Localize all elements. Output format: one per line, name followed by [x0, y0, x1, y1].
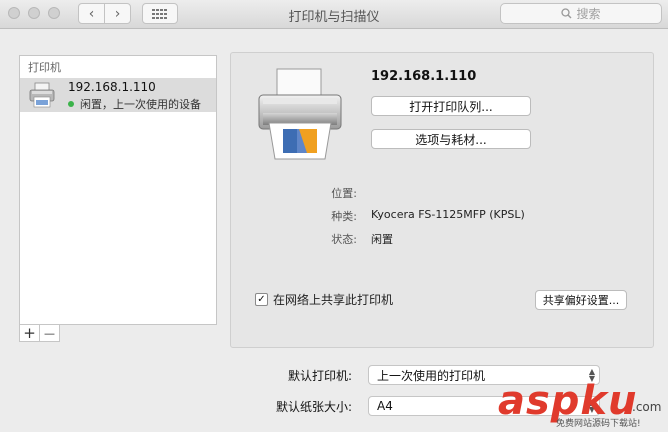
back-button[interactable]: ‹	[78, 3, 105, 24]
printer-icon	[29, 82, 55, 108]
chevron-left-icon: ‹	[88, 5, 95, 22]
watermark: aspku .com 免费网站源码下载站!	[498, 378, 666, 432]
chevron-right-icon: ›	[114, 5, 121, 22]
show-all-button[interactable]	[142, 3, 178, 24]
kind-label: 种类:	[331, 210, 357, 223]
minimize-window-button[interactable]	[28, 7, 40, 19]
remove-printer-button[interactable]: —	[39, 324, 60, 342]
forward-button[interactable]: ›	[104, 3, 131, 24]
printer-list-item-name: 192.168.1.110	[68, 80, 156, 94]
status-value: 闲置	[371, 233, 393, 246]
status-dot-icon	[68, 101, 74, 107]
grid-icon	[152, 8, 167, 19]
search-input[interactable]: 搜索	[500, 3, 662, 24]
open-print-queue-button[interactable]: 打开打印队列...	[371, 96, 531, 116]
share-printer-label: 在网络上共享此打印机	[273, 293, 394, 307]
printer-list[interactable]: 打印机 192.168.1.110 闲置，上一次使用的设备 + —	[19, 55, 217, 342]
title-bar: ‹ › 打印机与扫描仪 搜索	[0, 0, 668, 29]
printer-list-header: 打印机	[28, 61, 61, 74]
watermark-com: .com	[632, 400, 662, 414]
share-printer-checkbox[interactable]: ✓	[255, 293, 268, 306]
sharing-preferences-button[interactable]: 共享偏好设置...	[535, 290, 627, 310]
location-label: 位置:	[331, 187, 357, 200]
watermark-subtitle: 免费网站源码下载站!	[556, 419, 641, 429]
printer-list-item-status: 闲置，上一次使用的设备	[68, 96, 201, 112]
default-paper-label: 默认纸张大小:	[275, 400, 352, 414]
close-window-button[interactable]	[8, 7, 20, 19]
default-paper-value: A4	[377, 399, 393, 413]
default-printer-value: 上一次使用的打印机	[377, 368, 486, 383]
status-label: 状态:	[331, 233, 357, 246]
kind-value: Kyocera FS-1125MFP (KPSL)	[371, 208, 525, 221]
options-supplies-button[interactable]: 选项与耗材...	[371, 129, 531, 149]
printer-list-item[interactable]: 192.168.1.110 闲置，上一次使用的设备	[20, 78, 216, 112]
search-icon	[561, 8, 572, 19]
printer-name: 192.168.1.110	[371, 69, 477, 84]
share-printer-row: ✓ 在网络上共享此打印机	[255, 291, 393, 308]
add-printer-button[interactable]: +	[19, 324, 40, 342]
printer-list-item-status-text: 闲置，上一次使用的设备	[80, 98, 201, 111]
printer-detail-pane: 192.168.1.110 打开打印队列... 选项与耗材... 位置: 种类:…	[230, 52, 654, 348]
default-printer-label: 默认打印机:	[287, 369, 352, 383]
list-buttons: + —	[19, 324, 60, 344]
search-placeholder: 搜索	[576, 7, 601, 21]
zoom-window-button[interactable]	[48, 7, 60, 19]
printer-large-icon	[258, 68, 342, 160]
